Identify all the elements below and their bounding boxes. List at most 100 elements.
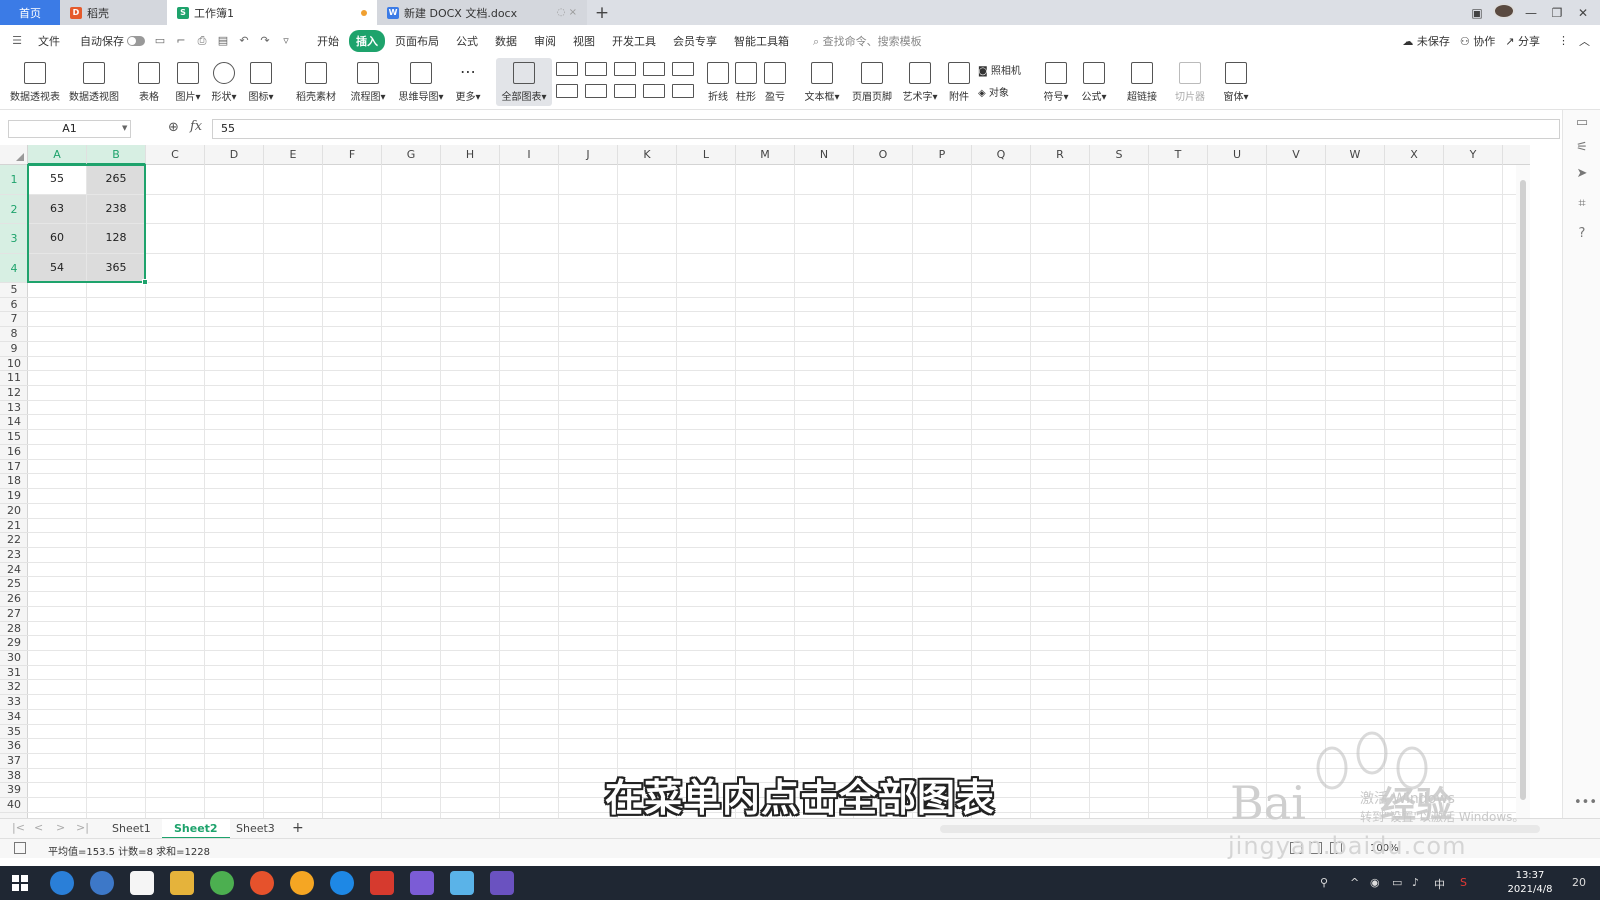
bubble-chart-small-icon[interactable] xyxy=(672,84,694,98)
help-icon[interactable]: ? xyxy=(1574,226,1590,242)
column-header-p[interactable]: P xyxy=(913,145,972,165)
prev-sheet-icon[interactable]: < xyxy=(34,821,43,834)
row-header-20[interactable]: 20 xyxy=(0,504,28,519)
mindmap-button[interactable]: 思维导图▾ xyxy=(396,58,446,106)
customize-arrow-icon[interactable]: ▿ xyxy=(279,34,293,48)
cell-a2[interactable]: 63 xyxy=(28,194,86,223)
redo-icon[interactable]: ↷ xyxy=(258,34,272,48)
pie-chart-small-icon[interactable] xyxy=(614,84,636,98)
sheet-tab-sheet1[interactable]: Sheet1 xyxy=(100,819,163,839)
cell-b1[interactable]: 265 xyxy=(87,165,145,194)
combo-chart-small-icon[interactable] xyxy=(585,84,607,98)
fill-handle[interactable] xyxy=(142,279,148,285)
cell-grid[interactable]: 55 265 63 238 60 128 54 365 xyxy=(27,164,1530,818)
menu-developer[interactable]: 开发工具 xyxy=(605,30,663,52)
more-options-icon[interactable]: ⋮ xyxy=(1558,34,1569,47)
camera-button[interactable]: ◙ 照相机 xyxy=(978,62,1021,77)
new-tab-button[interactable]: + xyxy=(587,0,617,25)
tray-ime[interactable]: 中 xyxy=(1434,876,1445,892)
select-all-corner[interactable] xyxy=(0,145,28,165)
column-header-f[interactable]: F xyxy=(323,145,382,165)
app-chrome-icon[interactable] xyxy=(210,871,234,895)
cell-a3[interactable]: 60 xyxy=(28,224,86,253)
window-layout-icon[interactable]: ▣ xyxy=(1466,6,1488,20)
user-avatar[interactable] xyxy=(1493,3,1515,19)
vertical-scroll-thumb[interactable] xyxy=(1520,180,1526,800)
column-header-m[interactable]: M xyxy=(736,145,795,165)
row-header-26[interactable]: 26 xyxy=(0,592,28,607)
app-blue-icon[interactable] xyxy=(450,871,474,895)
pivot-chart-button[interactable]: 数据透视图 xyxy=(68,58,120,106)
cell-b4[interactable]: 365 xyxy=(87,253,145,282)
print-preview-icon[interactable]: ▤ xyxy=(216,34,230,48)
row-header-4[interactable]: 4 xyxy=(0,253,28,283)
row-header-28[interactable]: 28 xyxy=(0,622,28,637)
row-header-18[interactable]: 18 xyxy=(0,474,28,490)
row-header-34[interactable]: 34 xyxy=(0,710,28,725)
row-header-9[interactable]: 9 xyxy=(0,342,28,357)
attachment-button[interactable]: 附件 xyxy=(945,58,973,106)
symbol-button[interactable]: 符号▾ xyxy=(1040,58,1072,106)
column-header-q[interactable]: Q xyxy=(972,145,1031,165)
column-header-g[interactable]: G xyxy=(382,145,441,165)
row-header-22[interactable]: 22 xyxy=(0,533,28,548)
macro-record-icon[interactable] xyxy=(14,842,26,854)
table-button[interactable]: 表格 xyxy=(134,58,164,106)
tray-chevron-icon[interactable]: ^ xyxy=(1350,876,1359,889)
picture-button[interactable]: 图片▾ xyxy=(172,58,204,106)
row-header-17[interactable]: 17 xyxy=(0,460,28,475)
slicer-button[interactable]: 切片器 xyxy=(1172,58,1208,106)
menu-page-layout[interactable]: 页面布局 xyxy=(388,30,446,52)
row-header-16[interactable]: 16 xyxy=(0,445,28,460)
row-header-14[interactable]: 14 xyxy=(0,415,28,431)
tray-sogou-icon[interactable]: S xyxy=(1460,876,1467,889)
file-explorer-icon[interactable] xyxy=(170,871,194,895)
menu-smart-tools[interactable]: 智能工具箱 xyxy=(727,30,796,52)
format-painter-icon[interactable]: ⌐ xyxy=(174,34,188,48)
print-icon[interactable]: ⎙ xyxy=(195,34,209,48)
minimize-icon[interactable]: — xyxy=(1520,6,1542,20)
column-header-y[interactable]: Y xyxy=(1444,145,1503,165)
object-button[interactable]: ◈ 对象 xyxy=(978,84,1009,99)
row-header-5[interactable]: 5 xyxy=(0,283,28,298)
column-header-e[interactable]: E xyxy=(264,145,323,165)
row-header-15[interactable]: 15 xyxy=(0,430,28,445)
close-window-icon[interactable]: ✕ xyxy=(1572,6,1594,20)
tray-network-icon[interactable]: ◉ xyxy=(1370,876,1380,889)
row-header-13[interactable]: 13 xyxy=(0,401,28,416)
close-tab-icon[interactable]: ◌ × xyxy=(557,7,577,18)
file-menu[interactable]: 文件 xyxy=(31,30,67,52)
tray-display-icon[interactable]: ▭ xyxy=(1392,876,1402,889)
all-charts-button[interactable]: 全部图表▾ xyxy=(496,58,552,106)
cell-b3[interactable]: 128 xyxy=(87,224,145,253)
row-header-23[interactable]: 23 xyxy=(0,548,28,563)
maximize-icon[interactable]: ❐ xyxy=(1546,6,1568,20)
column-header-t[interactable]: T xyxy=(1149,145,1208,165)
line-chart-small-icon[interactable] xyxy=(614,62,636,76)
app-notepad-icon[interactable] xyxy=(130,871,154,895)
app-browser-icon[interactable] xyxy=(50,871,74,895)
cell-b2[interactable]: 238 xyxy=(87,194,145,223)
unsaved-button[interactable]: ☁ 未保存 xyxy=(1402,33,1450,49)
taskbar-clock[interactable]: 13:37 2021/4/8 xyxy=(1500,869,1560,897)
panel-toggle-icon[interactable]: ▭ xyxy=(1574,115,1590,131)
row-header-3[interactable]: 3 xyxy=(0,224,28,254)
hyperlink-button[interactable]: 超链接 xyxy=(1124,58,1160,106)
textbox-button[interactable]: 文本框▾ xyxy=(800,58,844,106)
row-header-32[interactable]: 32 xyxy=(0,680,28,696)
menu-member[interactable]: 会员专享 xyxy=(666,30,724,52)
first-sheet-icon[interactable]: |< xyxy=(12,821,25,834)
menu-start[interactable]: 开始 xyxy=(310,30,346,52)
column-header-w[interactable]: W xyxy=(1326,145,1385,165)
form-button[interactable]: 窗体▾ xyxy=(1220,58,1252,106)
row-header-27[interactable]: 27 xyxy=(0,607,28,622)
command-search[interactable]: ⌕ 查找命令、搜索模板 xyxy=(813,33,922,49)
save-icon[interactable]: ▭ xyxy=(153,34,167,48)
collaborate-button[interactable]: ⚇ 协作 xyxy=(1460,33,1495,49)
row-header-25[interactable]: 25 xyxy=(0,577,28,593)
vertical-scrollbar[interactable] xyxy=(1516,165,1530,818)
header-footer-button[interactable]: 页眉页脚 xyxy=(850,58,894,106)
sparkline-line-button[interactable]: 折线 xyxy=(705,58,731,106)
row-header-11[interactable]: 11 xyxy=(0,371,28,387)
area-chart-small-icon[interactable] xyxy=(556,84,578,98)
